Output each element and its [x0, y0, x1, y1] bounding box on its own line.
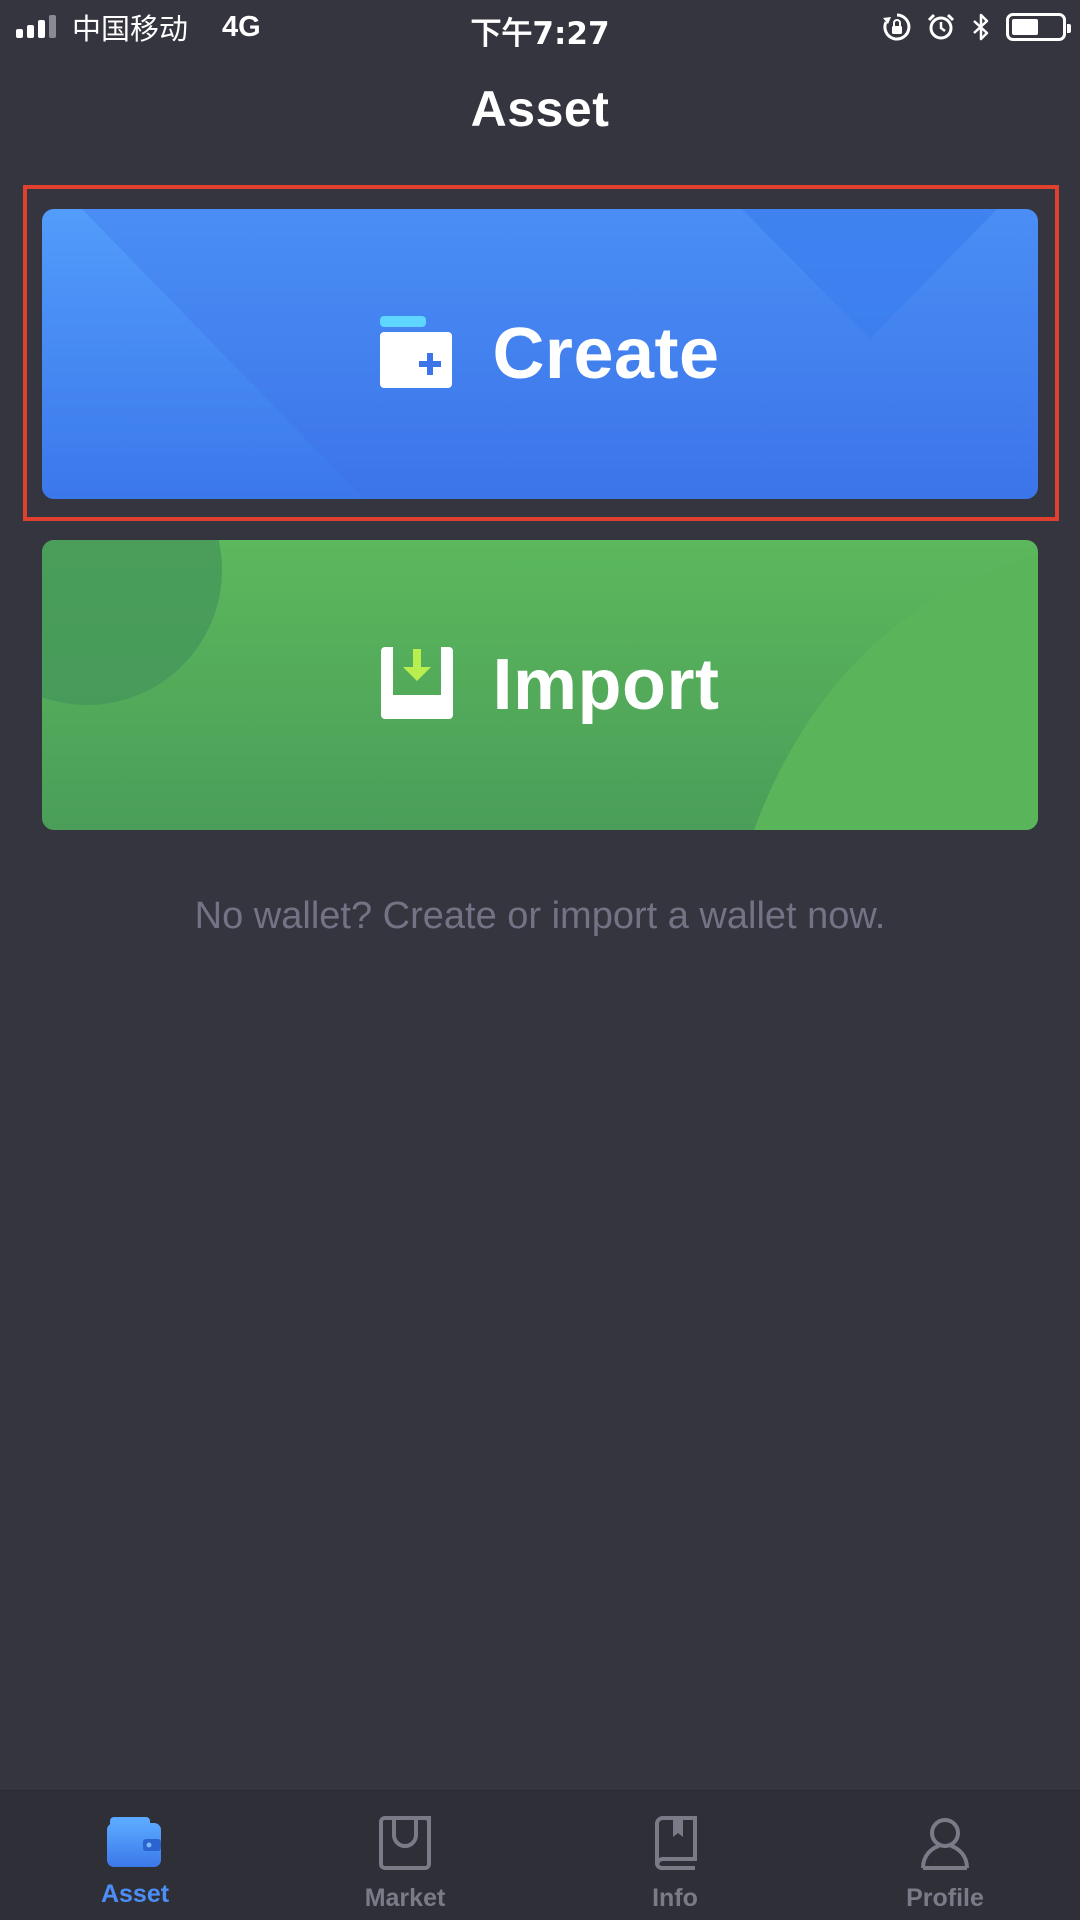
person-icon	[917, 1815, 973, 1876]
page-title: Asset	[470, 81, 610, 137]
bottom-tab-bar: Asset Market Info Profile	[0, 1790, 1080, 1920]
tab-market-label: Market	[364, 1884, 446, 1912]
create-content: Create	[380, 313, 719, 395]
import-download-icon	[380, 646, 453, 724]
battery-level	[1012, 19, 1039, 35]
tab-asset-label: Asset	[100, 1880, 170, 1908]
create-label: Create	[492, 314, 720, 394]
tab-market[interactable]: Market	[270, 1791, 540, 1920]
status-time: 下午7:27	[470, 16, 610, 52]
book-icon	[647, 1815, 703, 1876]
tab-profile-label: Profile	[906, 1884, 984, 1912]
shopping-bag-icon	[377, 1815, 433, 1876]
create-wallet-button[interactable]: Create	[42, 209, 1038, 499]
tab-info[interactable]: Info	[540, 1791, 810, 1920]
import-label: Import	[492, 645, 720, 725]
import-wallet-button[interactable]: Import	[42, 540, 1038, 830]
tab-info-label: Info	[652, 1884, 698, 1912]
status-bar: 中国移动 4G 下午7:27	[0, 0, 1080, 54]
battery-icon	[1006, 13, 1071, 41]
tab-profile[interactable]: Profile	[810, 1791, 1080, 1920]
wallet-add-icon	[380, 315, 453, 393]
tab-asset[interactable]: Asset	[0, 1791, 270, 1920]
no-wallet-hint: No wallet? Create or import a wallet now…	[194, 895, 886, 937]
asset-screen: 中国移动 4G 下午7:27 Asset Create Import No wa…	[0, 0, 1080, 1920]
import-content: Import	[380, 644, 720, 726]
wallet-icon	[107, 1815, 163, 1872]
